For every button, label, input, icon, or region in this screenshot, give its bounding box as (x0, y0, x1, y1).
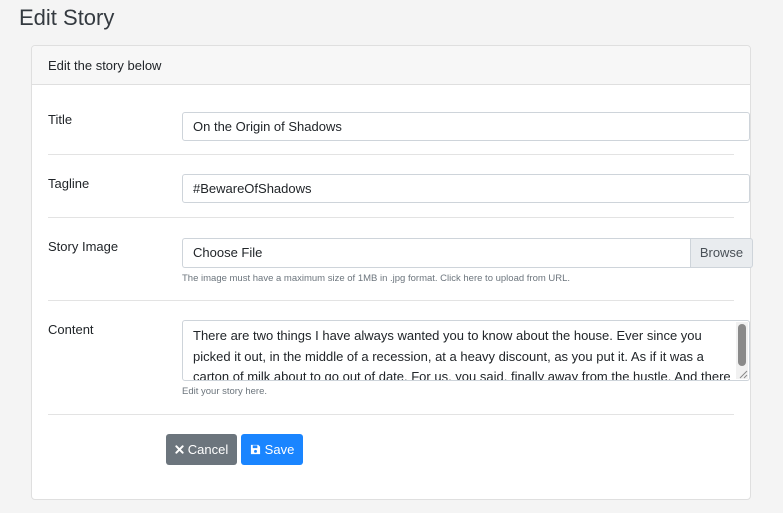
content-row: Content There are two things I have alwa… (48, 301, 750, 415)
story-image-help: The image must have a maximum size of 1M… (182, 273, 571, 284)
resize-grip-icon[interactable] (738, 369, 748, 379)
browse-button[interactable]: Browse (690, 238, 753, 268)
cancel-label: Cancel (187, 442, 229, 457)
times-icon (175, 445, 184, 454)
cancel-button[interactable]: Cancel (166, 434, 237, 465)
content-textarea[interactable]: There are two things I have always wante… (182, 320, 750, 381)
title-label: Title (48, 112, 73, 127)
content-text: There are two things I have always wante… (193, 328, 731, 381)
save-label: Save (264, 442, 295, 457)
story-image-row: Story Image Choose File Browse The image… (48, 218, 753, 301)
file-picker[interactable]: Choose File Browse (182, 238, 753, 268)
card-header: Edit the story below (32, 46, 750, 85)
floppy-disk-icon (250, 444, 261, 455)
tagline-input[interactable]: #BewareOfShadows (182, 174, 750, 203)
edit-story-card: Edit the story below Title On the Origin… (31, 45, 753, 500)
content-scroll-thumb[interactable] (738, 324, 746, 366)
title-row: Title On the Origin of Shadows (48, 85, 750, 155)
content-label: Content (48, 322, 94, 337)
title-input[interactable]: On the Origin of Shadows (182, 112, 750, 141)
story-image-label: Story Image (48, 239, 119, 254)
tagline-label: Tagline (48, 176, 90, 191)
content-help: Edit your story here. (182, 386, 268, 397)
choose-file-field[interactable]: Choose File (182, 238, 690, 268)
page-title: Edit Story (19, 5, 115, 30)
save-button[interactable]: Save (241, 434, 303, 465)
tagline-row: Tagline #BewareOfShadows (48, 155, 750, 218)
